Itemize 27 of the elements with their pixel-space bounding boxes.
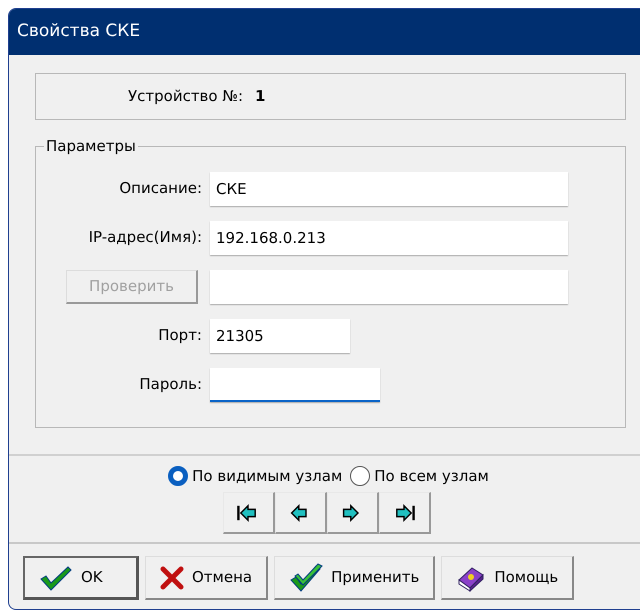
field-label: Порт: xyxy=(157,325,203,346)
nav-button[interactable] xyxy=(378,492,430,534)
check-icon xyxy=(39,564,73,590)
radio-label: По видимым узлам xyxy=(192,466,342,487)
cancel-button[interactable]: Отмена xyxy=(145,556,268,600)
field-label: Пароль: xyxy=(138,374,203,396)
apply-button[interactable]: Применить xyxy=(274,556,436,600)
double-check-icon xyxy=(289,562,324,592)
nav-button[interactable] xyxy=(222,492,274,534)
input-field[interactable]: СКЕ xyxy=(210,172,568,206)
help-button[interactable]: Помощь xyxy=(441,556,574,600)
ok-button[interactable]: OK xyxy=(23,556,139,600)
device-label: Устройство №: xyxy=(128,86,243,108)
nav-button[interactable] xyxy=(274,492,326,534)
radio-button[interactable] xyxy=(350,466,370,486)
cross-icon xyxy=(160,566,184,590)
window-title: Свойства СКЕ xyxy=(9,9,640,55)
radio-label: По всем узлам xyxy=(374,466,489,487)
input-field[interactable]: 192.168.0.213 xyxy=(210,220,568,254)
field-label: Описание: xyxy=(118,178,203,200)
radio-button[interactable] xyxy=(168,466,188,486)
field-label: IP-адрес(Имя): xyxy=(88,227,203,248)
input-field[interactable]: 21305 xyxy=(210,318,350,352)
nav-button[interactable] xyxy=(326,492,378,534)
input-field[interactable] xyxy=(210,368,380,402)
device-number: 1 xyxy=(255,86,266,108)
group-title: Параметры xyxy=(44,137,138,155)
